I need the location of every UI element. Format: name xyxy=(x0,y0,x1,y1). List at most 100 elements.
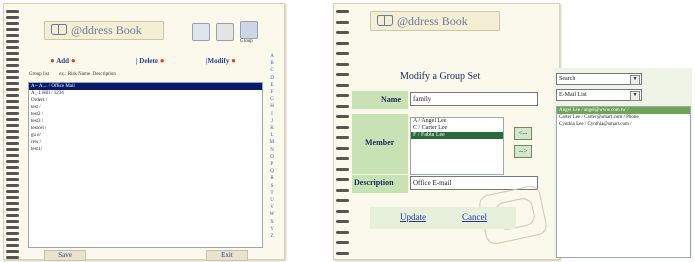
list-item[interactable]: rew / xyxy=(29,139,262,146)
list-item[interactable]: Cynthia Lee / Cynthia@smart.com / xyxy=(557,121,690,128)
binding-ring xyxy=(6,70,19,73)
list-item[interactable]: A-- A.... / Office Mail xyxy=(29,83,262,90)
alphabet-index-letter[interactable]: R xyxy=(268,176,276,182)
binding-ring xyxy=(6,28,19,31)
binding-ring xyxy=(336,209,349,213)
alphabet-index-letter[interactable]: G xyxy=(268,97,276,103)
email-list-select[interactable]: E-Mail List ▼ xyxy=(556,89,642,101)
alphabet-index-letter[interactable]: S xyxy=(268,184,276,190)
list-item[interactable]: C / Carter Lee xyxy=(411,125,503,132)
group-icon[interactable] xyxy=(240,21,258,39)
binding-ring xyxy=(6,238,19,241)
binding-ring xyxy=(336,41,349,45)
description-label: Description xyxy=(354,178,394,187)
alphabet-index-letter[interactable]: F xyxy=(268,90,276,96)
list-item[interactable]: A_ 1 Hill / 1234 xyxy=(29,90,262,97)
delete-marker-icon: ● xyxy=(159,56,165,65)
tag-icon[interactable] xyxy=(192,23,210,41)
app-title: @ddress Book xyxy=(71,23,142,37)
list-item[interactable]: testcel / xyxy=(29,125,262,132)
alphabet-index-letter[interactable]: V xyxy=(268,205,276,211)
address-book-window-left: @ddress Book Group ● Add ● | Delete ● |M… xyxy=(3,3,285,261)
binding-ring xyxy=(6,94,19,97)
alphabet-index-letter[interactable]: K xyxy=(268,126,276,132)
book-icon xyxy=(377,15,393,26)
alphabet-index-letter[interactable]: W xyxy=(268,212,276,218)
binding-ring xyxy=(6,100,19,103)
save-button[interactable]: Save xyxy=(44,250,86,261)
alphabet-index-letter[interactable]: B xyxy=(268,61,276,67)
email-list-select-value: E-Mail List xyxy=(559,92,587,98)
alphabet-index-letter[interactable]: Y xyxy=(268,227,276,233)
member-list[interactable]: A / Angel Lee C / Carter Lee F / Fabia Lee xyxy=(410,117,504,175)
binding-ring xyxy=(6,256,19,259)
list-item[interactable]: test3 / xyxy=(29,118,262,125)
alphabet-index-letter[interactable]: H xyxy=(268,104,276,110)
alphabet-index-letter[interactable]: J xyxy=(268,119,276,125)
alphabet-index-letter[interactable]: T xyxy=(268,191,276,197)
list-item[interactable]: test2 / xyxy=(29,111,262,118)
update-button[interactable]: Update xyxy=(400,212,426,222)
folder-icon[interactable] xyxy=(216,23,234,41)
alphabet-index-letter[interactable]: E xyxy=(268,83,276,89)
list-item[interactable]: test1/ xyxy=(29,146,262,153)
binding-ring xyxy=(336,73,349,76)
alphabet-index-letter[interactable]: A xyxy=(268,54,276,60)
cancel-button[interactable]: Cancel xyxy=(462,212,487,222)
alphabet-index-letter[interactable]: P xyxy=(268,162,276,168)
modify-action[interactable]: Modify xyxy=(208,57,230,65)
alphabet-index-letter[interactable]: Z xyxy=(268,234,276,240)
alphabet-index-letter[interactable]: O xyxy=(268,155,276,161)
binding-ring xyxy=(336,167,349,171)
list-header: Group list ex.: Risk Name Description xyxy=(29,72,116,77)
binding-ring xyxy=(6,112,19,115)
binding-ring xyxy=(6,10,19,13)
list-item[interactable]: F / Fabia Lee xyxy=(411,132,503,139)
binding-ring xyxy=(6,196,19,199)
binding-ring xyxy=(336,178,349,181)
name-label: Name xyxy=(381,95,401,104)
binding-ring xyxy=(6,88,19,91)
list-item[interactable]: test / xyxy=(29,104,262,111)
add-action[interactable]: Add xyxy=(56,57,69,65)
chevron-down-icon: ▼ xyxy=(630,91,640,101)
alphabet-index-letter[interactable]: I xyxy=(268,112,276,118)
alphabet-index-letter[interactable]: N xyxy=(268,148,276,154)
binding-ring xyxy=(336,157,349,160)
binding-ring xyxy=(6,208,19,211)
binding-ring xyxy=(6,142,19,145)
chevron-down-icon: ▼ xyxy=(630,75,640,85)
list-item[interactable]: Angel Lee / angel@www.com.tw / xyxy=(557,107,690,114)
alphabet-index-letter[interactable]: U xyxy=(268,198,276,204)
list-item[interactable]: A / Angel Lee xyxy=(411,118,503,125)
contact-list[interactable]: Angel Lee / angel@www.com.tw / Carter Lee… xyxy=(556,106,691,258)
list-item[interactable]: Carter Lee / Carter@smart.com / Phone xyxy=(557,114,690,121)
group-list[interactable]: A-- A.... / Office Mail A_ 1 Hill / 1234 O… xyxy=(28,82,263,248)
delete-action[interactable]: Delete xyxy=(139,57,158,65)
alphabet-index-letter[interactable]: D xyxy=(268,76,276,82)
exit-button[interactable]: Exit xyxy=(206,250,248,261)
alphabet-index-letter[interactable]: C xyxy=(268,68,276,74)
search-select[interactable]: Search ▼ xyxy=(556,73,642,85)
list-item[interactable]: Orders / xyxy=(29,97,262,104)
binding-ring xyxy=(336,52,349,55)
binding-ring xyxy=(6,232,19,235)
name-field[interactable]: family xyxy=(410,92,538,106)
remove-member-button[interactable]: --> xyxy=(514,145,532,158)
alphabet-index-letter[interactable]: Q xyxy=(268,169,276,175)
alphabet-index: ABCDEFGHIJKLMNOPQRSTUVWXYZ xyxy=(268,54,278,244)
add-member-button[interactable]: <-- xyxy=(514,127,532,140)
binding-ring xyxy=(336,199,349,202)
alphabet-index-letter[interactable]: X xyxy=(268,220,276,226)
list-item[interactable]: gu e/ xyxy=(29,132,262,139)
binding-ring xyxy=(6,118,19,121)
modify-marker-icon: ● xyxy=(231,56,236,65)
buttons-band xyxy=(370,207,516,229)
alphabet-index-letter[interactable]: M xyxy=(268,140,276,146)
book-icon xyxy=(51,24,67,35)
binding-ring xyxy=(6,64,19,67)
binding-ring xyxy=(6,76,19,79)
spiral-binding xyxy=(4,4,20,259)
binding-ring xyxy=(6,244,19,247)
alphabet-index-letter[interactable]: L xyxy=(268,133,276,139)
